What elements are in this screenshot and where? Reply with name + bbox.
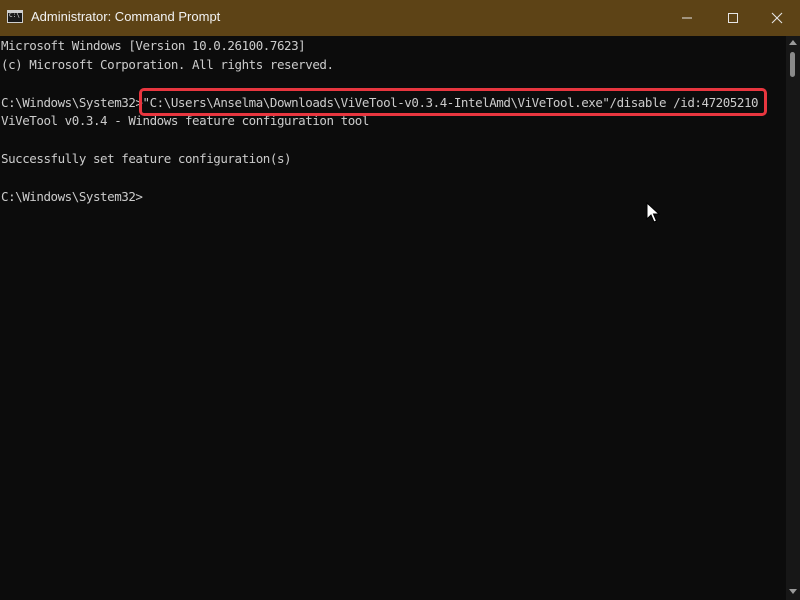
command-highlight-box bbox=[139, 88, 767, 116]
scroll-down-arrow-icon[interactable] bbox=[789, 589, 797, 594]
title-bar[interactable]: C:\ Administrator: Command Prompt bbox=[0, 0, 800, 36]
minimize-icon bbox=[682, 17, 692, 19]
console-line: Microsoft Windows [Version 10.0.26100.76… bbox=[1, 38, 306, 53]
cmd-icon: C:\ bbox=[7, 10, 23, 23]
maximize-icon bbox=[728, 13, 738, 23]
close-icon bbox=[771, 12, 783, 24]
mouse-pointer-icon bbox=[646, 202, 660, 223]
console-prompt: C:\Windows\System32> bbox=[1, 189, 143, 204]
close-button[interactable] bbox=[754, 0, 800, 36]
maximize-button[interactable] bbox=[710, 0, 756, 36]
vertical-scrollbar[interactable] bbox=[786, 36, 800, 600]
scroll-up-arrow-icon[interactable] bbox=[789, 40, 797, 45]
console-output[interactable]: Microsoft Windows [Version 10.0.26100.76… bbox=[0, 36, 786, 600]
console-line: (c) Microsoft Corporation. All rights re… bbox=[1, 57, 334, 72]
scrollbar-thumb[interactable] bbox=[790, 52, 795, 77]
console-line: Successfully set feature configuration(s… bbox=[1, 151, 292, 166]
window-title: Administrator: Command Prompt bbox=[31, 9, 221, 24]
minimize-button[interactable] bbox=[664, 0, 710, 36]
